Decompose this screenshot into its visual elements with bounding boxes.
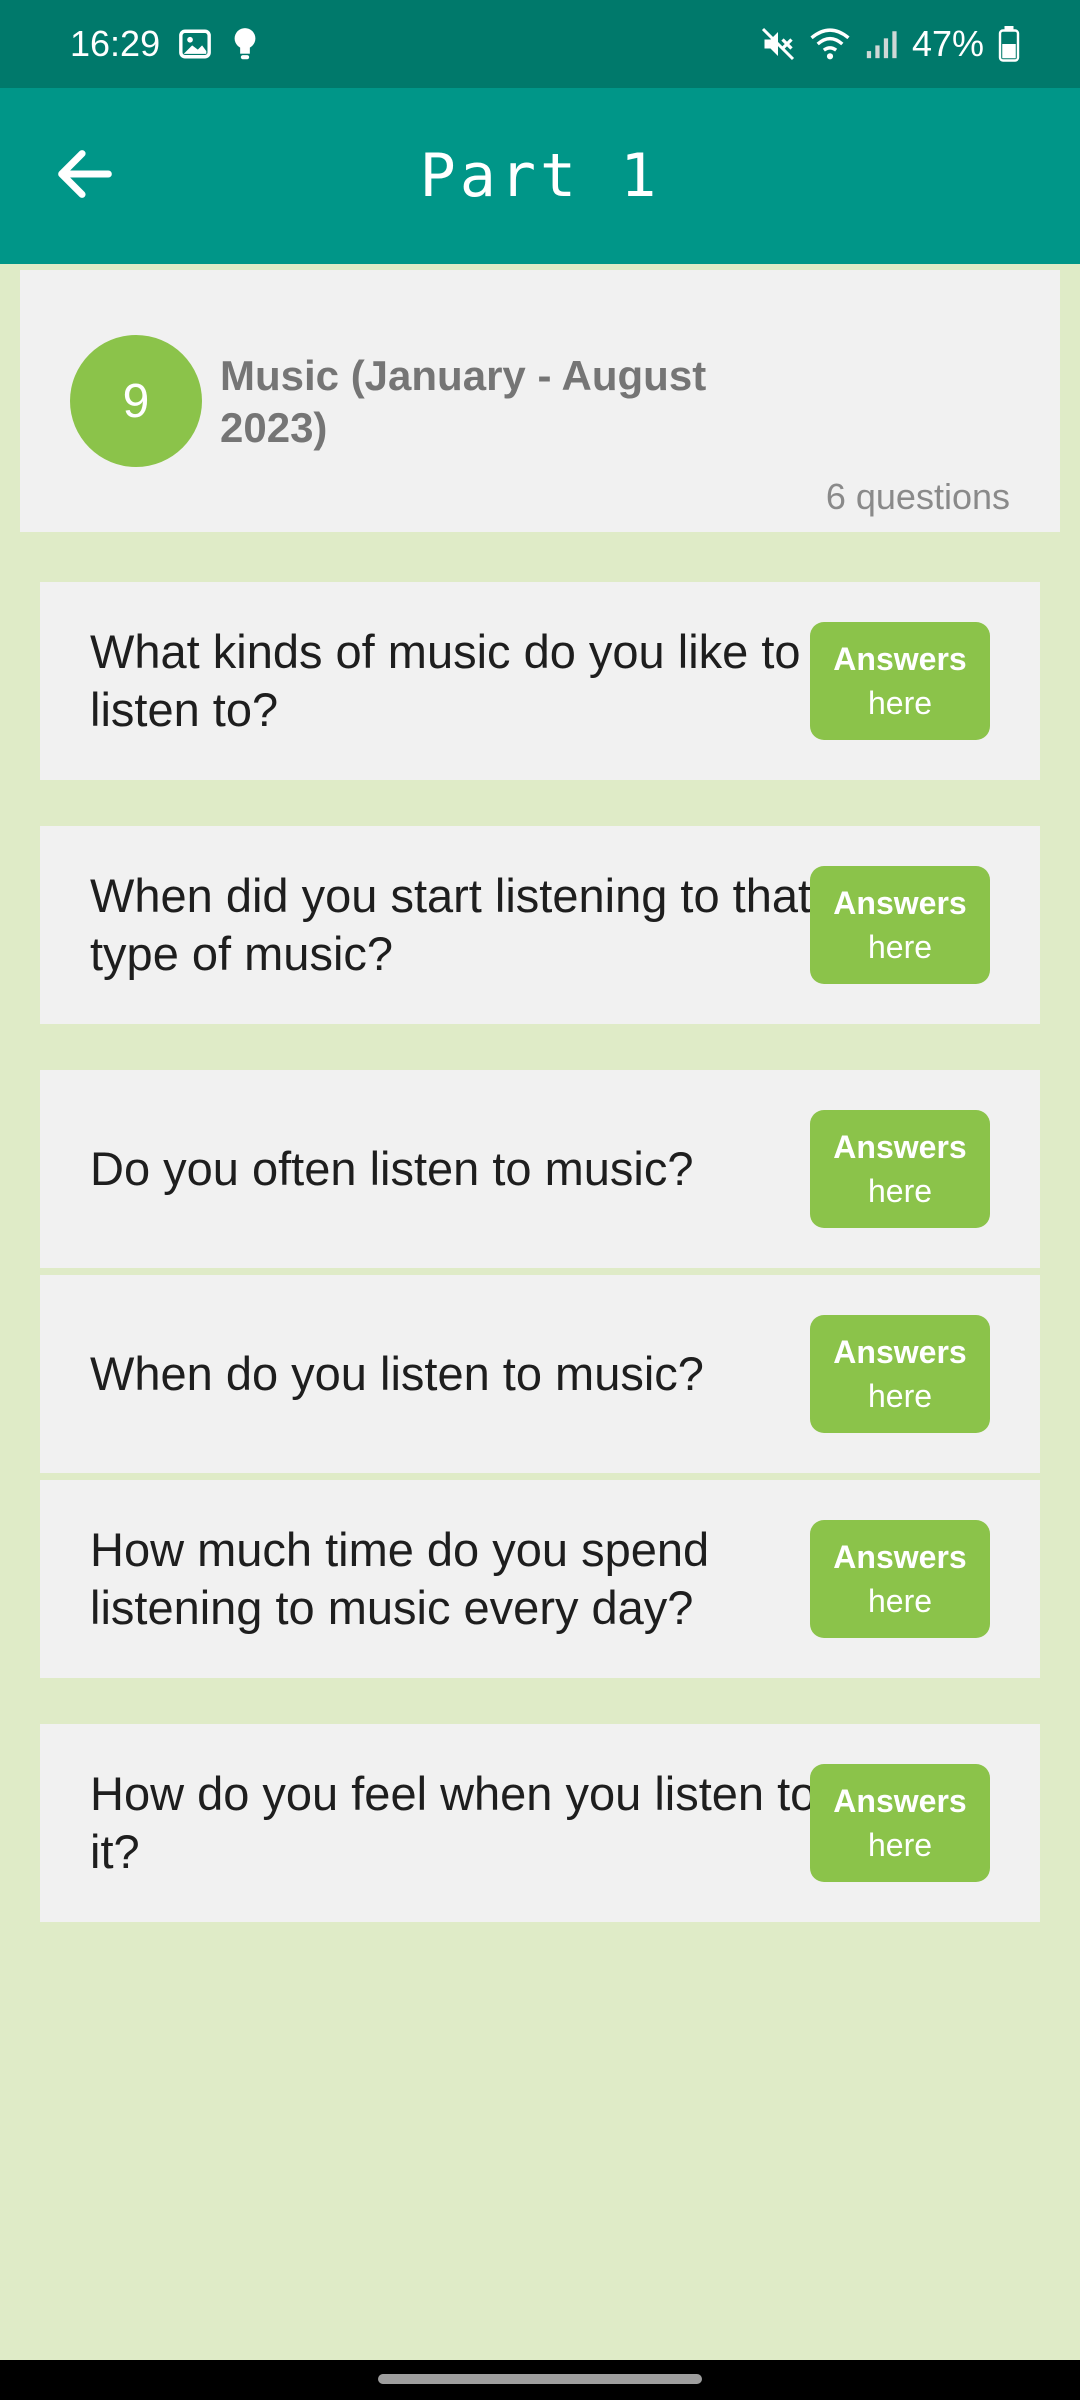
image-icon	[178, 27, 212, 61]
battery-percent: 47%	[911, 23, 984, 64]
page-title: Part 1	[419, 141, 661, 211]
system-nav-bar	[0, 2360, 1080, 2400]
status-time: 16:29	[70, 23, 161, 64]
answers-button-sub: here	[867, 1827, 933, 1863]
question-card-5: How much time do you spend listening to …	[40, 1480, 1040, 1678]
answers-button-label: Answers	[833, 1129, 967, 1165]
status-left: 16:29	[70, 23, 260, 65]
question-text: Do you often listen to music?	[90, 1142, 694, 1195]
answers-button-5[interactable]: Answers here	[810, 1520, 990, 1638]
answers-button-sub: here	[867, 929, 933, 965]
answers-button-2[interactable]: Answers here	[810, 866, 990, 984]
question-card-1: What kinds of music do you like to liste…	[40, 582, 1040, 780]
question-text: When do you listen to music?	[90, 1347, 704, 1400]
answers-button-sub: here	[867, 1583, 933, 1619]
question-count: 6 questions	[825, 476, 1010, 517]
answers-button-label: Answers	[833, 1539, 967, 1575]
answers-button-sub: here	[867, 685, 933, 721]
question-text: What kinds of music do you like to liste…	[90, 625, 801, 736]
topic-header-card: 9 Music (January - August 2023) 6 questi…	[20, 270, 1060, 532]
answers-button-3[interactable]: Answers here	[810, 1110, 990, 1228]
question-card-6: How do you feel when you listen to it? A…	[40, 1724, 1040, 1922]
signal-icon	[864, 27, 898, 61]
question-card-2: When did you start listening to that typ…	[40, 826, 1040, 1024]
answers-button-label: Answers	[833, 641, 967, 677]
question-text: How much time do you spend listening to …	[90, 1523, 710, 1634]
question-card-4: When do you listen to music? Answers her…	[40, 1275, 1040, 1473]
battery-icon	[998, 26, 1020, 62]
arrow-left-icon	[50, 139, 120, 214]
question-card-3: Do you often listen to music? Answers he…	[40, 1070, 1040, 1268]
question-text: How do you feel when you listen to it?	[90, 1767, 817, 1878]
answers-button-1[interactable]: Answers here	[810, 622, 990, 740]
wifi-icon	[810, 26, 850, 62]
status-right: 47%	[760, 23, 1020, 65]
status-bar: 16:29 47%	[0, 0, 1080, 88]
back-button[interactable]	[40, 131, 130, 221]
mute-icon	[760, 26, 796, 62]
topic-number-badge: 9	[70, 335, 202, 467]
answers-button-6[interactable]: Answers here	[810, 1764, 990, 1882]
answers-button-sub: here	[867, 1378, 933, 1414]
answers-button-label: Answers	[833, 885, 967, 921]
topic-title: Music (January - August 2023)	[220, 352, 707, 451]
bulb-icon	[230, 26, 260, 62]
answers-button-label: Answers	[833, 1783, 967, 1819]
answers-button-sub: here	[867, 1173, 933, 1209]
app-bar: Part 1	[0, 88, 1080, 264]
home-indicator[interactable]	[378, 2374, 702, 2384]
question-text: When did you start listening to that typ…	[90, 869, 812, 980]
answers-button-4[interactable]: Answers here	[810, 1315, 990, 1433]
answers-button-label: Answers	[833, 1334, 967, 1370]
